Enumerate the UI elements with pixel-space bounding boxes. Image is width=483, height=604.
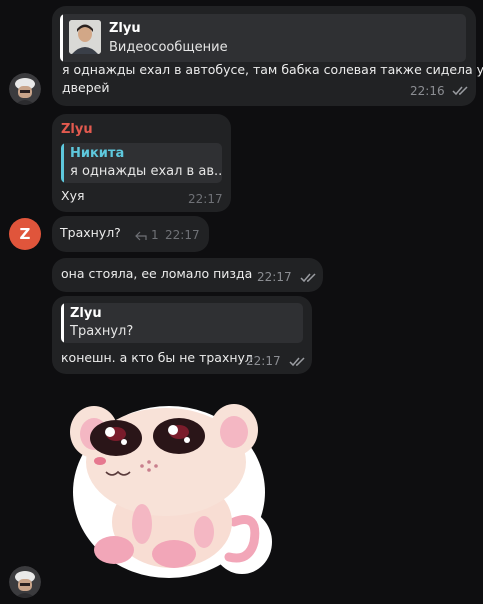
reply-text: я однажды ехал в ав...	[70, 164, 222, 179]
message-bubble[interactable]: Zlyu Трахнул? конешн. а кто бы не трахну…	[52, 296, 312, 374]
message-text: конешн. а кто бы не трахнул	[61, 350, 253, 365]
message-time: 22:17	[257, 270, 292, 284]
message-text: Хуя	[61, 188, 85, 203]
reply-bar	[60, 14, 63, 62]
reply-author: Никита	[70, 146, 125, 161]
reply-quote[interactable]: Zlyu Трахнул?	[61, 303, 303, 343]
message-text-line: дверей	[62, 80, 110, 95]
reply-text: Видеосообщение	[109, 40, 228, 55]
reply-bar	[61, 303, 64, 343]
rat-sticker[interactable]	[54, 392, 279, 578]
user-avatar[interactable]	[9, 566, 41, 598]
reply-bar	[61, 143, 64, 183]
reply-author: Zlyu	[70, 306, 102, 321]
user-avatar[interactable]: Z	[9, 218, 41, 250]
message-bubble[interactable]: Zlyu Видеосообщение я однажды ехал в авт…	[52, 6, 483, 106]
message-time: 22:17	[246, 354, 281, 368]
reply-count[interactable]: 1	[151, 228, 159, 242]
sender-name: Zlyu	[61, 122, 93, 137]
message-time: 22:17	[188, 192, 223, 206]
reply-quote[interactable]: Zlyu Видеосообщение	[60, 14, 466, 62]
reply-arrow-icon	[135, 231, 147, 241]
reply-quote[interactable]: Никита я однажды ехал в ав...	[61, 143, 222, 183]
message-bubble[interactable]: Трахнул? 1 22:17	[52, 216, 209, 252]
user-avatar[interactable]	[9, 73, 41, 105]
message-bubble[interactable]: она стояла, ее ломало пизда 22:17	[52, 258, 323, 292]
video-thumbnail	[69, 20, 101, 54]
message-text: Трахнул?	[60, 225, 121, 240]
message-text: она стояла, ее ломало пизда	[61, 266, 253, 281]
message-time: 22:17	[165, 228, 200, 242]
message-text-line: я однажды ехал в автобусе, там бабка сол…	[62, 62, 483, 77]
message-time: 22:16	[410, 84, 445, 98]
read-checks-icon	[300, 273, 316, 283]
read-checks-icon	[452, 86, 468, 96]
reply-text: Трахнул?	[70, 324, 134, 339]
read-checks-icon	[289, 357, 305, 367]
reply-author: Zlyu	[109, 21, 141, 36]
rat-sticker-image	[70, 404, 272, 578]
message-bubble[interactable]: Zlyu Никита я однажды ехал в ав... Хуя 2…	[52, 114, 231, 212]
